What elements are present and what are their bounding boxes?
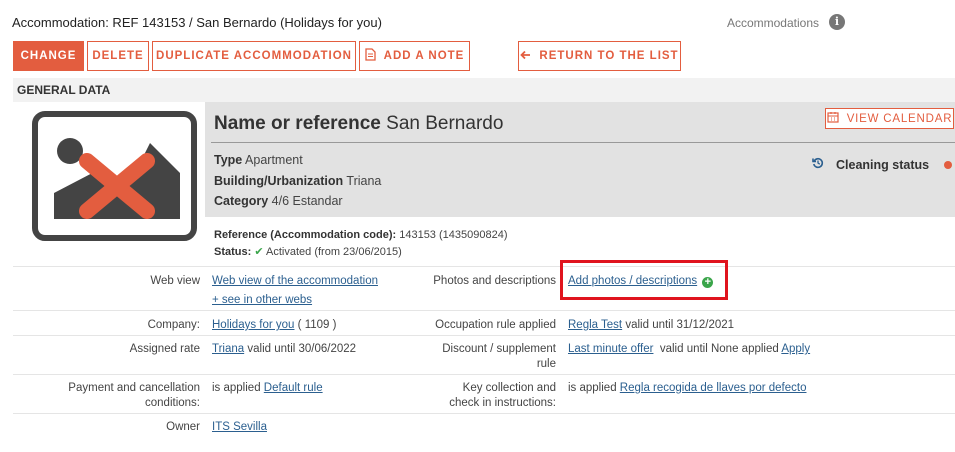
annotation-highlight-box <box>560 260 728 300</box>
status-value: Activated (from 23/06/2015) <box>266 246 402 258</box>
discount-label: Discount / supplement rule <box>442 342 556 372</box>
check-icon: ✔ <box>254 246 264 258</box>
view-calendar-button[interactable]: VIEW CALENDAR <box>825 108 954 129</box>
type-label: Type <box>214 153 243 167</box>
building-row: Building/Urbanization Triana <box>214 174 381 188</box>
category-label: Category <box>214 194 269 208</box>
key-label-line2: check in instructions: <box>449 397 556 409</box>
duplicate-accommodation-button[interactable]: DUPLICATE ACCOMMODATION <box>152 41 356 71</box>
panel-divider <box>211 142 955 143</box>
add-note-label: ADD A NOTE <box>383 50 465 62</box>
owner-link[interactable]: ITS Sevilla <box>212 420 267 435</box>
company-link[interactable]: Holidays for you <box>212 319 294 331</box>
status-row: Status: ✔ Activated (from 23/06/2015) <box>214 245 402 258</box>
view-calendar-label: VIEW CALENDAR <box>846 112 953 125</box>
building-label: Building/Urbanization <box>214 174 344 188</box>
company-value: Holidays for you ( 1109 ) <box>212 318 336 333</box>
change-button[interactable]: CHANGE <box>13 41 84 71</box>
section-breadcrumb[interactable]: Accommodations <box>727 16 819 30</box>
web-view-link[interactable]: Web view of the accommodation <box>212 274 378 289</box>
rate-link[interactable]: Triana <box>212 343 244 355</box>
key-prefix: is applied <box>568 382 617 394</box>
add-note-button[interactable]: ADD A NOTE <box>359 41 470 71</box>
name-label: Name or reference <box>214 113 381 134</box>
payment-label-line2: conditions: <box>145 397 200 409</box>
reference-value: 143153 (1435090824) <box>399 229 508 241</box>
page-title: Accommodation: REF 143153 / San Bernardo… <box>12 15 382 30</box>
rate-value: Triana valid until 30/06/2022 <box>212 342 356 357</box>
discount-link[interactable]: Last minute offer <box>568 343 653 355</box>
occupation-rule-link[interactable]: Regla Test <box>568 319 622 331</box>
row-divider <box>13 335 955 336</box>
reference-row: Reference (Accommodation code): 143153 (… <box>214 229 507 241</box>
rate-valid: valid until 30/06/2022 <box>247 343 357 355</box>
change-button-label: CHANGE <box>20 50 77 62</box>
key-collection-label: Key collection and check in instructions… <box>449 381 556 411</box>
apply-link[interactable]: Apply <box>781 343 810 355</box>
accommodation-summary-panel: Name or reference San Bernardo VIEW CALE… <box>205 102 955 217</box>
key-rule-link[interactable]: Regla recogida de llaves por defecto <box>620 382 807 394</box>
discount-value: Last minute offer valid until None appli… <box>568 342 810 357</box>
type-row: Type Apartment <box>214 153 303 167</box>
discount-label-line1: Discount / supplement <box>442 343 556 355</box>
info-icon[interactable]: i <box>829 14 845 30</box>
payment-label-line1: Payment and cancellation <box>68 382 200 394</box>
reference-label: Reference (Accommodation code): <box>214 229 397 241</box>
row-divider <box>13 413 955 414</box>
cleaning-status[interactable]: Cleaning status <box>812 157 953 172</box>
occupation-valid: valid until 31/12/2021 <box>625 319 735 331</box>
cleaning-status-label: Cleaning status <box>836 157 930 172</box>
key-label-line1: Key collection and <box>462 382 556 394</box>
arrow-left-icon <box>520 49 531 63</box>
name-value: San Bernardo <box>386 113 504 134</box>
discount-label-line2: rule <box>536 358 556 370</box>
row-divider <box>13 310 955 311</box>
occupation-value: Regla Test valid until 31/12/2021 <box>568 318 734 333</box>
accommodation-name: Name or reference San Bernardo <box>214 113 503 135</box>
return-to-list-button[interactable]: RETURN TO THE LIST <box>518 41 681 71</box>
status-dot-icon <box>944 160 953 169</box>
see-other-webs-link[interactable]: + see in other webs <box>212 293 312 308</box>
company-label: Company: <box>147 319 200 331</box>
delete-button-label: DELETE <box>92 50 144 62</box>
building-value: Triana <box>346 174 382 188</box>
payment-rule-link[interactable]: Default rule <box>264 382 323 394</box>
owner-label: Owner <box>166 421 200 433</box>
payment-label: Payment and cancellation conditions: <box>68 381 200 411</box>
category-row: Category 4/6 Estandar <box>214 194 343 208</box>
photos-label: Photos and descriptions <box>433 275 556 287</box>
duplicate-button-label: DUPLICATE ACCOMMODATION <box>156 50 352 62</box>
category-value: 4/6 Estandar <box>271 194 343 208</box>
web-view-label: Web view <box>150 275 200 287</box>
discount-valid: valid until None applied <box>659 343 779 355</box>
key-collection-value: is applied Regla recogida de llaves por … <box>568 381 806 396</box>
return-label: RETURN TO THE LIST <box>539 50 679 62</box>
no-image-icon <box>32 111 197 241</box>
status-label: Status: <box>214 246 252 258</box>
top-bar: Accommodation: REF 143153 / San Bernardo… <box>0 0 955 40</box>
history-icon <box>812 157 824 172</box>
row-divider <box>13 374 955 375</box>
row-divider <box>13 266 955 267</box>
note-icon <box>364 48 376 64</box>
payment-value: is applied Default rule <box>212 381 323 396</box>
delete-button[interactable]: DELETE <box>87 41 149 71</box>
rate-label: Assigned rate <box>129 343 200 355</box>
calendar-icon <box>827 111 839 126</box>
general-data-header: GENERAL DATA <box>13 78 955 102</box>
payment-prefix: is applied <box>212 382 261 394</box>
company-id: ( 1109 ) <box>297 319 337 331</box>
occupation-label: Occupation rule applied <box>435 319 556 331</box>
type-value: Apartment <box>245 153 303 167</box>
